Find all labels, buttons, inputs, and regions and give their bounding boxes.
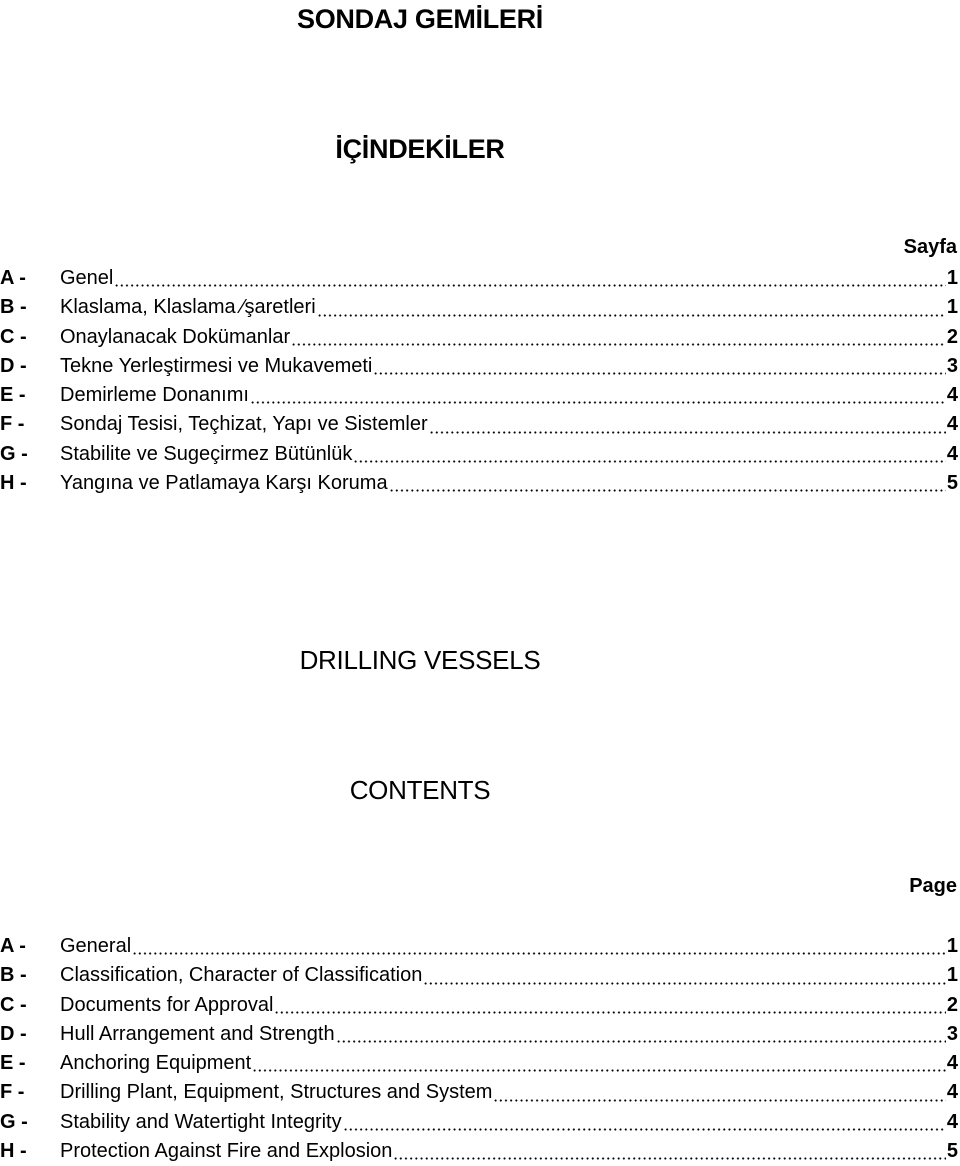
dot-leader (423, 962, 946, 985)
toc-entry-page-number: 1 (946, 964, 958, 987)
toc-entry[interactable]: B - Klaslama, Klaslama ⁄şaretleri 1 (0, 293, 958, 322)
toc-entry-letter: A - (0, 935, 26, 957)
toc-entry[interactable]: E - Demirleme Donanımı 4 (0, 381, 958, 410)
toc-entry[interactable]: B - Classification, Character of Classifi… (0, 961, 958, 990)
dot-leader (274, 991, 946, 1014)
toc-entry-page-number: 2 (946, 993, 958, 1016)
toc-entry[interactable]: D - Hull Arrangement and Strength 3 (0, 1020, 958, 1049)
dot-leader (132, 933, 946, 956)
toc-entry-letter: D - (0, 354, 27, 377)
toc-entry-letter: F - (0, 1081, 25, 1104)
dot-leader (493, 1079, 946, 1102)
toc-entry[interactable]: G - Stability and Watertight Integrity 4 (0, 1108, 958, 1137)
toc-entry-page-number: 1 (946, 296, 958, 319)
toc-entry-letter: G - (0, 442, 28, 465)
toc-entry-page-number: 3 (946, 1022, 958, 1045)
dot-leader (114, 265, 946, 288)
toc-entry-letter: C - (0, 325, 27, 348)
dot-leader (388, 470, 946, 493)
toc-turkish: A - Genel 1 B - Klaslama, Klaslama ⁄şaretle… (0, 264, 958, 498)
toc-entry-page-number: 4 (946, 1110, 958, 1133)
toc-entry-title: General (60, 935, 132, 957)
toc-entry[interactable]: C - Onaylanacak Dokümanlar 2 (0, 323, 958, 352)
toc-entry-page-number: 4 (946, 413, 958, 436)
toc-entry-title: Classification, Character of Classificat… (60, 964, 423, 987)
toc-entry[interactable]: H - Yangına ve Patlamaya Karşı Koruma 5 (0, 469, 958, 498)
toc-entry-title: Genel (60, 267, 114, 289)
toc-english: A - General 1 B - Classification, Character… (0, 932, 958, 1166)
toc-entry-page-number: 5 (946, 1140, 958, 1163)
toc-entry-letter: D - (0, 1022, 27, 1045)
dot-leader (291, 323, 946, 346)
toc-entry-title: Tekne Yerleştirmesi ve Mukavemeti (60, 354, 373, 377)
toc-entry-page-number: 4 (946, 384, 958, 407)
toc-entry[interactable]: C - Documents for Approval 2 (0, 991, 958, 1020)
contents-heading-english: CONTENTS (349, 775, 491, 805)
toc-entry-letter: H - (0, 472, 27, 495)
toc-entry[interactable]: E - Anchoring Equipment 4 (0, 1049, 958, 1078)
dot-leader (393, 1138, 946, 1161)
dot-leader (353, 441, 946, 464)
toc-entry[interactable]: H - Protection Against Fire and Explosion… (0, 1137, 958, 1166)
toc-entry-letter: C - (0, 993, 27, 1016)
toc-entry-letter: G - (0, 1110, 28, 1133)
dot-leader (335, 1021, 946, 1044)
toc-entry-title: Stability and Watertight Integrity (60, 1110, 342, 1133)
toc-entry-letter: H - (0, 1140, 27, 1163)
document-title-english: DRILLING VESSELS (299, 645, 541, 675)
toc-entry-title: Onaylanacak Dokümanlar (60, 325, 291, 348)
toc-entry-letter: E - (0, 384, 26, 407)
toc-entry-page-number: 3 (946, 354, 958, 377)
toc-entry-title: Anchoring Equipment (60, 1052, 252, 1075)
toc-entry[interactable]: G - Stabilite ve Sugeçirmez Bütünlük 4 (0, 440, 958, 469)
toc-entry-title: Hull Arrangement and Strength (60, 1022, 335, 1045)
toc-entry-letter: A - (0, 267, 26, 289)
dot-leader (249, 382, 946, 405)
toc-entry-page-number: 1 (946, 935, 958, 957)
toc-entry-letter: B - (0, 296, 27, 319)
toc-entry-title: Demirleme Donanımı (60, 384, 249, 407)
toc-entry-page-number: 2 (946, 325, 958, 348)
toc-entry-letter: E - (0, 1052, 26, 1075)
dot-leader (316, 294, 946, 317)
toc-entry[interactable]: F - Sondaj Tesisi, Teçhizat, Yapı ve Sist… (0, 410, 958, 439)
toc-entry-page-number: 1 (946, 267, 958, 289)
toc-entry-page-number: 4 (946, 1052, 958, 1075)
dot-leader (373, 353, 946, 376)
contents-heading-turkish: İÇİNDEKİLER (335, 134, 505, 164)
toc-entry-title: Sondaj Tesisi, Teçhizat, Yapı ve Sisteml… (60, 413, 428, 436)
page-column-header-english: Page (909, 875, 957, 897)
toc-entry-letter: F - (0, 413, 25, 436)
toc-entry-title: Protection Against Fire and Explosion (60, 1140, 393, 1163)
toc-entry-page-number: 5 (946, 472, 958, 495)
toc-entry[interactable]: A - Genel 1 (0, 264, 958, 293)
page-column-header-turkish: Sayfa (903, 236, 957, 258)
dot-leader (428, 411, 946, 434)
toc-entry-letter: B - (0, 964, 27, 987)
document-title-turkish: SONDAJ GEMİLERİ (296, 4, 544, 34)
toc-entry-title: Stabilite ve Sugeçirmez Bütünlük (60, 442, 353, 465)
toc-entry-title: Documents for Approval (60, 993, 274, 1016)
toc-entry-title: Klaslama, Klaslama ⁄şaretleri (60, 296, 316, 319)
toc-entry-title: Yangına ve Patlamaya Karşı Koruma (60, 472, 388, 495)
dot-leader (342, 1109, 946, 1132)
toc-entry-page-number: 4 (946, 1081, 958, 1104)
toc-entry[interactable]: A - General 1 (0, 932, 958, 961)
toc-entry[interactable]: D - Tekne Yerleştirmesi ve Mukavemeti 3 (0, 352, 958, 381)
toc-entry[interactable]: F - Drilling Plant, Equipment, Structures… (0, 1078, 958, 1107)
toc-entry-title: Drilling Plant, Equipment, Structures an… (60, 1081, 493, 1104)
toc-entry-page-number: 4 (946, 442, 958, 465)
dot-leader (252, 1050, 946, 1073)
